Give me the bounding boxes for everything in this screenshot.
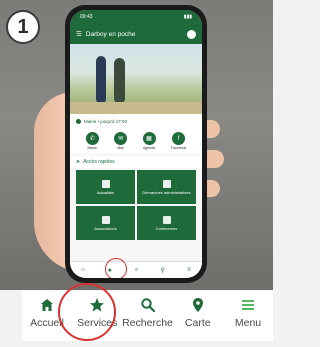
- tile-label: Actualités: [96, 189, 115, 195]
- group-icon: [101, 215, 110, 224]
- tile-procedures[interactable]: Démarches administratives: [137, 170, 196, 204]
- search-icon: [140, 298, 155, 313]
- newspaper-icon: [101, 179, 110, 188]
- app-title: Darboy en poche: [85, 30, 136, 38]
- smartphone: 09:43 ▮▮▮ ☰ Darboy en poche Mairie • jus…: [65, 5, 207, 283]
- services-highlight-circle: [105, 258, 127, 278]
- contact-label: Facebook: [170, 146, 187, 150]
- contact-mairie[interactable]: ✆ Mairie: [85, 132, 99, 150]
- contact-label: Mail: [117, 146, 124, 150]
- path: [70, 102, 202, 114]
- contact-label: Mairie: [87, 146, 97, 150]
- signal-icon: ▮▮▮: [183, 14, 192, 20]
- contact-label: Agenda: [142, 146, 156, 150]
- nav-label: Menu: [234, 317, 262, 329]
- status-time: 09:43: [80, 14, 93, 20]
- arrow-icon: ➤: [76, 159, 81, 165]
- home-icon: [41, 299, 53, 311]
- phone-icon: ✆: [85, 132, 99, 145]
- hero-image: [70, 44, 202, 114]
- shop-icon: [162, 215, 171, 224]
- person-figure: [114, 58, 125, 104]
- contact-agenda[interactable]: ▦ Agenda: [142, 132, 156, 150]
- phone-bottom-nav: ⌂ ★ ⌕ ⚲ ≡: [70, 258, 202, 278]
- status-bar: 09:43 ▮▮▮: [70, 10, 202, 24]
- menu-icon[interactable]: ≡: [187, 267, 191, 273]
- clock-icon: [76, 118, 81, 124]
- tile-label: Associations: [94, 225, 117, 231]
- facebook-icon: f: [172, 132, 186, 145]
- phone-screen: 09:43 ▮▮▮ ☰ Darboy en poche Mairie • jus…: [70, 10, 202, 278]
- map-pin-icon[interactable]: ⚲: [161, 267, 165, 274]
- contact-mail[interactable]: ✉ Mail: [114, 132, 128, 150]
- home-icon[interactable]: ⌂: [81, 267, 85, 273]
- info-row[interactable]: Mairie • jusqu'à 17:00: [70, 114, 202, 128]
- mail-icon: ✉: [114, 132, 128, 145]
- tile-news[interactable]: Actualités: [76, 170, 135, 204]
- hamburger-icon[interactable]: ☰: [76, 30, 82, 38]
- nav-map[interactable]: Carte: [173, 297, 223, 329]
- menu-icon: [242, 300, 254, 310]
- tile-associations[interactable]: Associations: [76, 206, 135, 240]
- nav-label: Recherche: [122, 317, 173, 329]
- tile-label: Démarches administratives: [142, 189, 191, 195]
- tile-grid: Actualités Démarches administratives Ass…: [70, 168, 202, 242]
- app-header: ☰ Darboy en poche: [70, 24, 202, 44]
- document-icon: [162, 179, 171, 188]
- step-badge: 1: [6, 10, 40, 44]
- tile-label: Commerces: [155, 225, 178, 231]
- services-highlight-circle: [58, 283, 116, 341]
- contact-row: ✆ Mairie ✉ Mail ▦ Agenda f Facebook: [70, 128, 202, 153]
- tile-shops[interactable]: Commerces: [137, 206, 196, 240]
- nav-label: Carte: [184, 317, 211, 329]
- person-figure: [96, 56, 106, 104]
- calendar-icon: ▦: [142, 132, 156, 145]
- map-pin-icon: [192, 298, 203, 312]
- contact-facebook[interactable]: f Facebook: [171, 132, 186, 150]
- account-icon[interactable]: [187, 29, 196, 39]
- info-text: Mairie • jusqu'à 17:00: [84, 118, 127, 124]
- nav-search[interactable]: Recherche: [122, 297, 173, 329]
- quick-access-header: ➤ Accès rapides: [70, 156, 202, 168]
- search-icon[interactable]: ⌕: [135, 267, 138, 274]
- section-title: Accès rapides: [83, 159, 115, 165]
- nav-menu[interactable]: Menu: [223, 297, 273, 329]
